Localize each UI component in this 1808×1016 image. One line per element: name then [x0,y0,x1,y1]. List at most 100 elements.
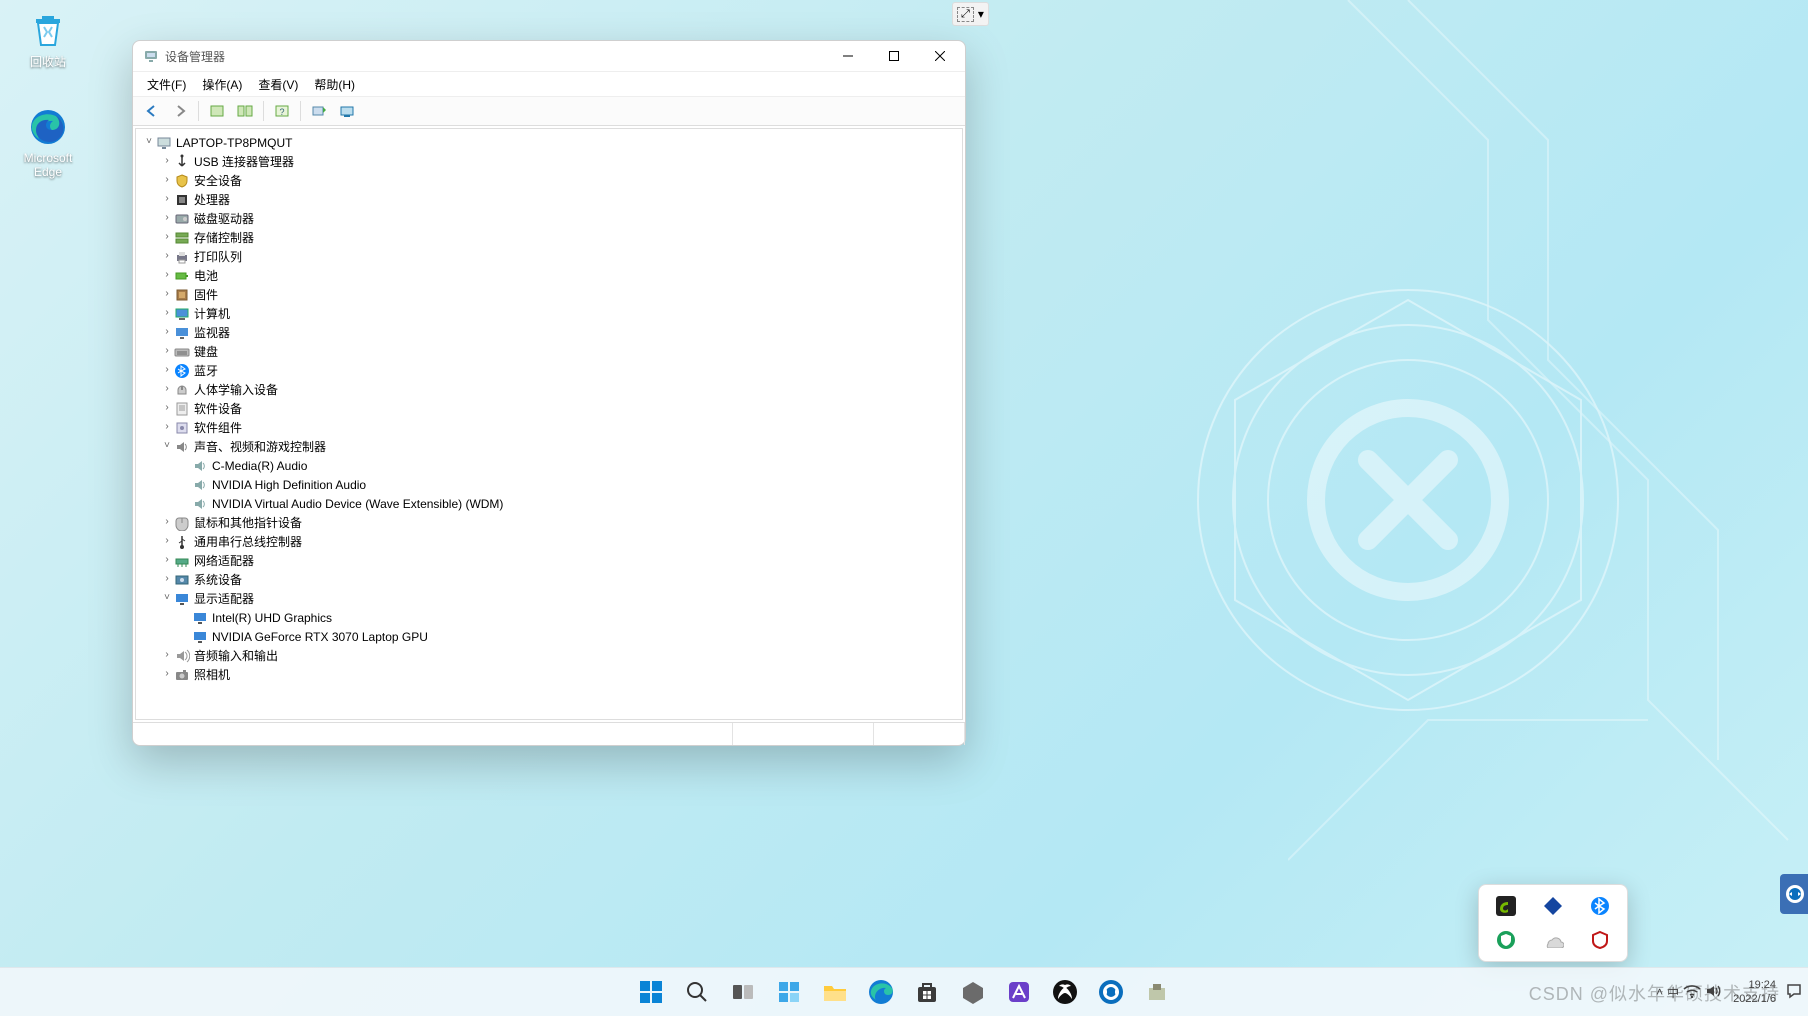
tree-node[interactable]: ›键盘 [142,342,956,361]
tree-node[interactable]: ›计算机 [142,304,956,323]
twisty-icon[interactable]: › [160,346,174,357]
toolbar-uninstall[interactable] [334,99,360,123]
toolbar-help[interactable]: ? [269,99,295,123]
desktop-icon-recycle-bin[interactable]: 回收站 [10,8,86,70]
taskbar-app-2[interactable] [999,972,1039,1012]
tray-nvidia-icon[interactable] [1495,895,1517,917]
menu-view[interactable]: 查看(V) [252,74,304,95]
widgets-button[interactable] [769,972,809,1012]
teamviewer-side-tab[interactable] [1780,874,1808,914]
twisty-icon[interactable]: › [160,422,174,433]
close-button[interactable] [917,41,963,71]
tree-node[interactable]: › USB 连接器管理器 [142,152,956,171]
twisty-icon[interactable]: › [160,365,174,376]
twisty-icon[interactable]: › [160,289,174,300]
toolbar-properties[interactable] [232,99,258,123]
taskbar-app-1[interactable] [953,972,993,1012]
tree-node[interactable]: ›照相机 [142,665,956,684]
device-tree[interactable]: ˅LAPTOP-TP8PMQUT › USB 连接器管理器›安全设备›处理器›磁盘驱… [135,128,963,720]
tree-node[interactable]: ›监视器 [142,323,956,342]
expand-icon[interactable]: ⤢ [957,7,974,22]
tree-node[interactable]: Intel(R) UHD Graphics [142,608,956,627]
security-icon [174,173,190,189]
tree-node[interactable]: ›处理器 [142,190,956,209]
hid-icon [174,382,190,398]
statusbar [133,722,965,745]
twisty-icon[interactable]: › [160,194,174,205]
twisty-icon[interactable]: ˅ [142,137,156,148]
twisty-icon[interactable]: › [160,251,174,262]
twisty-icon[interactable]: › [160,384,174,395]
xbox-button[interactable] [1045,972,1085,1012]
twisty-icon[interactable]: › [160,403,174,414]
tree-node[interactable]: C-Media(R) Audio [142,456,956,475]
twisty-icon[interactable]: › [160,650,174,661]
titlebar[interactable]: 设备管理器 [133,41,965,72]
tree-node[interactable]: ›蓝牙 [142,361,956,380]
twisty-icon[interactable]: ˅ [160,593,174,604]
tray-overflow-popup[interactable] [1478,884,1628,962]
tray-onedrive-icon[interactable] [1542,929,1564,951]
twisty-icon[interactable]: › [160,213,174,224]
desktop-icon-edge[interactable]: Microsoft Edge [10,106,86,179]
twisty-icon[interactable]: › [160,270,174,281]
tree-node[interactable]: ›鼠标和其他指针设备 [142,513,956,532]
maximize-button[interactable] [871,41,917,71]
menu-action[interactable]: 操作(A) [196,74,248,95]
tree-node[interactable]: ˅LAPTOP-TP8PMQUT [142,133,956,152]
tree-node[interactable]: NVIDIA GeForce RTX 3070 Laptop GPU [142,627,956,646]
tree-node[interactable]: ›存储控制器 [142,228,956,247]
twisty-icon[interactable]: › [160,308,174,319]
twisty-icon[interactable]: › [160,517,174,528]
tree-node[interactable]: ›软件组件 [142,418,956,437]
tray-mcafee-icon[interactable] [1589,929,1611,951]
dropdown-icon[interactable]: ▾ [978,7,984,21]
file-explorer-button[interactable] [815,972,855,1012]
tree-node[interactable]: ›网络适配器 [142,551,956,570]
twisty-icon[interactable]: › [160,156,174,167]
twisty-icon[interactable]: › [160,175,174,186]
tree-node[interactable]: ›人体学输入设备 [142,380,956,399]
tree-node[interactable]: ›打印队列 [142,247,956,266]
tree-node[interactable]: ›磁盘驱动器 [142,209,956,228]
tree-node[interactable]: ›电池 [142,266,956,285]
twisty-icon[interactable]: › [160,574,174,585]
tray-app-icon[interactable] [1542,895,1564,917]
twisty-icon[interactable]: › [160,232,174,243]
toolbar-back[interactable] [139,99,165,123]
taskbar-app-3[interactable] [1137,972,1177,1012]
twisty-icon[interactable]: › [160,669,174,680]
screenshot-helper-toolbar[interactable]: ⤢ ▾ [952,2,989,26]
task-view-button[interactable] [723,972,763,1012]
menu-help[interactable]: 帮助(H) [308,74,361,95]
tree-node[interactable]: NVIDIA Virtual Audio Device (Wave Extens… [142,494,956,513]
tree-node[interactable]: ›通用串行总线控制器 [142,532,956,551]
edge-button[interactable] [861,972,901,1012]
toolbar-scan-hardware[interactable] [306,99,332,123]
tree-node[interactable]: ›软件设备 [142,399,956,418]
tree-node[interactable]: NVIDIA High Definition Audio [142,475,956,494]
tree-node[interactable]: ˅声音、视频和游戏控制器 [142,437,956,456]
menu-file[interactable]: 文件(F) [141,74,192,95]
display-icon [174,591,190,607]
twisty-icon[interactable]: › [160,555,174,566]
toolbar-show-hide[interactable] [204,99,230,123]
microsoft-store-button[interactable] [907,972,947,1012]
twisty-icon[interactable]: › [160,327,174,338]
search-button[interactable] [677,972,717,1012]
teamviewer-button[interactable] [1091,972,1131,1012]
twisty-icon[interactable]: ˅ [160,441,174,452]
start-button[interactable] [631,972,671,1012]
minimize-button[interactable] [825,41,871,71]
twisty-icon[interactable]: › [160,536,174,547]
tray-bluetooth-icon[interactable] [1589,895,1611,917]
tree-node[interactable]: ˅显示适配器 [142,589,956,608]
tree-node[interactable]: ›系统设备 [142,570,956,589]
tree-node-label: USB 连接器管理器 [194,153,294,170]
toolbar-forward[interactable] [167,99,193,123]
tree-node[interactable]: ›音频输入和输出 [142,646,956,665]
tree-node[interactable]: ›固件 [142,285,956,304]
tree-node[interactable]: ›安全设备 [142,171,956,190]
notifications-icon[interactable] [1786,983,1802,1002]
tray-security-icon[interactable] [1495,929,1517,951]
